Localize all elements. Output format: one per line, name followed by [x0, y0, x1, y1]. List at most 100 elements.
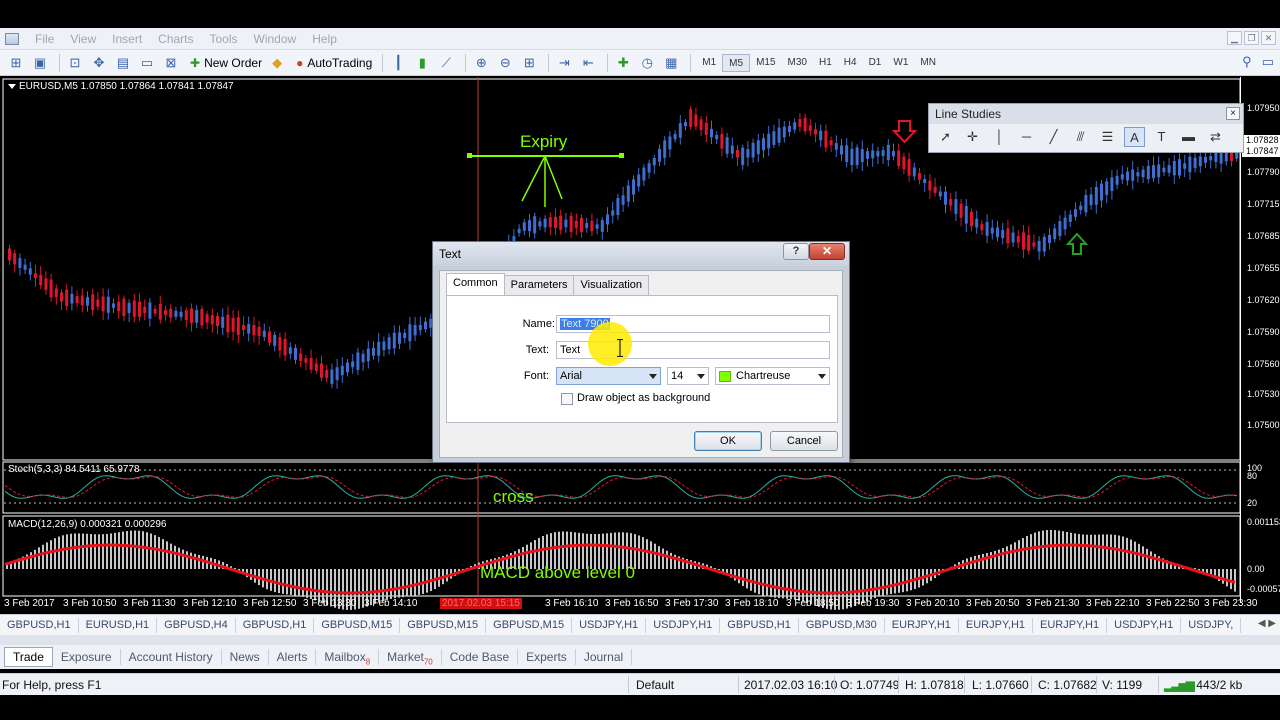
background-checkbox[interactable] [561, 393, 573, 405]
candle-body [1136, 172, 1140, 177]
folder-icon[interactable]: ▤ [113, 54, 133, 72]
chart-tab[interactable]: GBPUSD,M15 [400, 617, 487, 633]
horizontal-line-icon[interactable]: ─ [1016, 127, 1037, 147]
timeframe-h1[interactable]: H1 [813, 54, 838, 72]
crosshair-tool-icon[interactable]: ✛ [962, 127, 983, 147]
timeframe-h4[interactable]: H4 [838, 54, 863, 72]
text-label-icon[interactable]: T [1151, 127, 1172, 147]
tile-windows-icon[interactable]: ⊞ [519, 54, 539, 72]
close-window-button[interactable]: ✕ [1261, 31, 1276, 45]
trendline-icon[interactable]: ╱ [1043, 127, 1064, 147]
navigator-icon[interactable]: ✥ [89, 54, 109, 72]
chart-shift-icon[interactable]: ⇤ [578, 54, 598, 72]
menu-insert[interactable]: Insert [104, 32, 150, 46]
menu-charts[interactable]: Charts [150, 32, 201, 46]
timeframe-d1[interactable]: D1 [863, 54, 888, 72]
terminal-tab-code-base[interactable]: Code Base [442, 649, 519, 665]
macd-histogram-bar [1118, 535, 1120, 569]
strategy-tester-icon[interactable]: ⊠ [161, 54, 181, 72]
line-studies-close-button[interactable]: × [1226, 107, 1240, 120]
minimize-button[interactable]: ▁ [1227, 31, 1242, 45]
timeframe-m30[interactable]: M30 [782, 54, 813, 72]
terminal-tab-mailbox[interactable]: Mailbox8 [316, 649, 380, 666]
rectangle-label-icon[interactable]: ▬ [1178, 127, 1199, 147]
chart-tab[interactable]: EURJPY,H1 [1033, 617, 1108, 633]
tab-scroll-arrows[interactable]: ◀ ▶ [1258, 618, 1276, 629]
new-order-button[interactable]: ✚ New Order [185, 53, 267, 73]
chart-tab[interactable]: GBPUSD,H1 [236, 617, 315, 633]
vertical-line-icon[interactable]: │ [989, 127, 1010, 147]
arrows-icon[interactable]: ⇄ [1205, 127, 1226, 147]
chart-tab[interactable]: EURJPY,H1 [885, 617, 959, 633]
expiry-annotation[interactable]: Expiry [520, 132, 567, 152]
channel-icon[interactable]: ⫻ [1070, 127, 1091, 147]
indicators-icon[interactable]: ✚ [613, 54, 633, 72]
metaeditor-icon[interactable]: ◆ [267, 54, 287, 72]
dialog-titlebar[interactable]: Text ? ✕ [433, 242, 849, 266]
menu-view[interactable]: View [62, 32, 104, 46]
menu-file[interactable]: File [27, 32, 62, 46]
cross-annotation[interactable]: cross [493, 487, 534, 507]
text-tool-icon[interactable]: A [1124, 127, 1145, 147]
profiles-icon[interactable]: ▣ [30, 54, 50, 72]
terminal-tab-exposure[interactable]: Exposure [53, 649, 121, 665]
bar-chart-icon[interactable]: ┃ [388, 54, 408, 72]
ok-button[interactable]: OK [694, 431, 762, 451]
menu-help[interactable]: Help [304, 32, 345, 46]
terminal-tab-news[interactable]: News [222, 649, 269, 665]
chart-tab[interactable]: GBPUSD,M15 [486, 617, 573, 633]
timeframe-w1[interactable]: W1 [887, 54, 914, 72]
dialog-close-button[interactable]: ✕ [809, 243, 845, 260]
auto-scroll-icon[interactable]: ⇥ [554, 54, 574, 72]
cancel-button[interactable]: Cancel [770, 431, 838, 451]
chart-tab[interactable]: USDJPY, [1181, 617, 1242, 633]
color-dropdown[interactable]: Chartreuse [715, 367, 830, 385]
autotrading-button[interactable]: ● AutoTrading [291, 53, 377, 73]
terminal-icon[interactable]: ▭ [137, 54, 157, 72]
fibonacci-icon[interactable]: ☰ [1097, 127, 1118, 147]
tab-parameters[interactable]: Parameters [503, 275, 575, 295]
macd-annotation[interactable]: MACD above level 0 [480, 563, 635, 583]
restore-button[interactable]: ❐ [1244, 31, 1259, 45]
search-icon[interactable]: ⚲ [1242, 54, 1252, 70]
terminal-tab-journal[interactable]: Journal [576, 649, 633, 665]
chart-tab[interactable]: USDJPY,H1 [1107, 617, 1182, 633]
terminal-tab-alerts[interactable]: Alerts [269, 649, 317, 665]
timeframe-m5[interactable]: M5 [722, 53, 751, 72]
zoom-in-icon[interactable]: ⊕ [471, 54, 491, 72]
chart-tab[interactable]: EURJPY,H1 [959, 617, 1034, 633]
chart-tab[interactable]: USDJPY,H1 [646, 617, 721, 633]
new-chart-icon[interactable]: ⊞ [6, 54, 26, 72]
chat-icon[interactable]: ▭ [1262, 54, 1274, 70]
timeframe-m1[interactable]: M1 [696, 54, 722, 72]
terminal-tab-trade[interactable]: Trade [4, 647, 53, 667]
zoom-out-icon[interactable]: ⊖ [495, 54, 515, 72]
templates-icon[interactable]: ▦ [661, 54, 681, 72]
periods-icon[interactable]: ◷ [637, 54, 657, 72]
terminal-tab-account-history[interactable]: Account History [121, 649, 222, 665]
timeframe-m15[interactable]: M15 [750, 54, 781, 72]
menu-tools[interactable]: Tools [202, 32, 246, 46]
font-size-dropdown[interactable]: 14 [667, 367, 709, 385]
chart-tab[interactable]: USDJPY,H1 [572, 617, 647, 633]
menu-window[interactable]: Window [246, 32, 305, 46]
font-dropdown[interactable]: Arial [556, 367, 661, 385]
chart-tab[interactable]: GBPUSD,M15 [314, 617, 401, 633]
chart-tab[interactable]: GBPUSD,H4 [157, 617, 236, 633]
tab-common[interactable]: Common [446, 273, 505, 295]
terminal-tab-market[interactable]: Market70 [379, 649, 442, 666]
line-chart-icon[interactable]: ⟋ [436, 54, 456, 72]
terminal-tab-experts[interactable]: Experts [518, 649, 576, 665]
chart-tab[interactable]: GBPUSD,M30 [799, 617, 885, 633]
chart-tab[interactable]: EURUSD,H1 [79, 617, 158, 633]
line-studies-title[interactable]: Line Studies × [929, 104, 1243, 124]
cursor-tool-icon[interactable]: ➚ [935, 127, 956, 147]
market-watch-icon[interactable]: ⊡ [65, 54, 85, 72]
chart-tab[interactable]: GBPUSD,H1 [0, 617, 79, 633]
candlestick-icon[interactable]: ▮ [412, 54, 432, 72]
dialog-help-button[interactable]: ? [783, 243, 809, 260]
chart-tab[interactable]: GBPUSD,H1 [720, 617, 799, 633]
tab-visualization[interactable]: Visualization [573, 275, 650, 295]
terminal-splitter[interactable] [0, 635, 1280, 645]
timeframe-mn[interactable]: MN [914, 54, 942, 72]
